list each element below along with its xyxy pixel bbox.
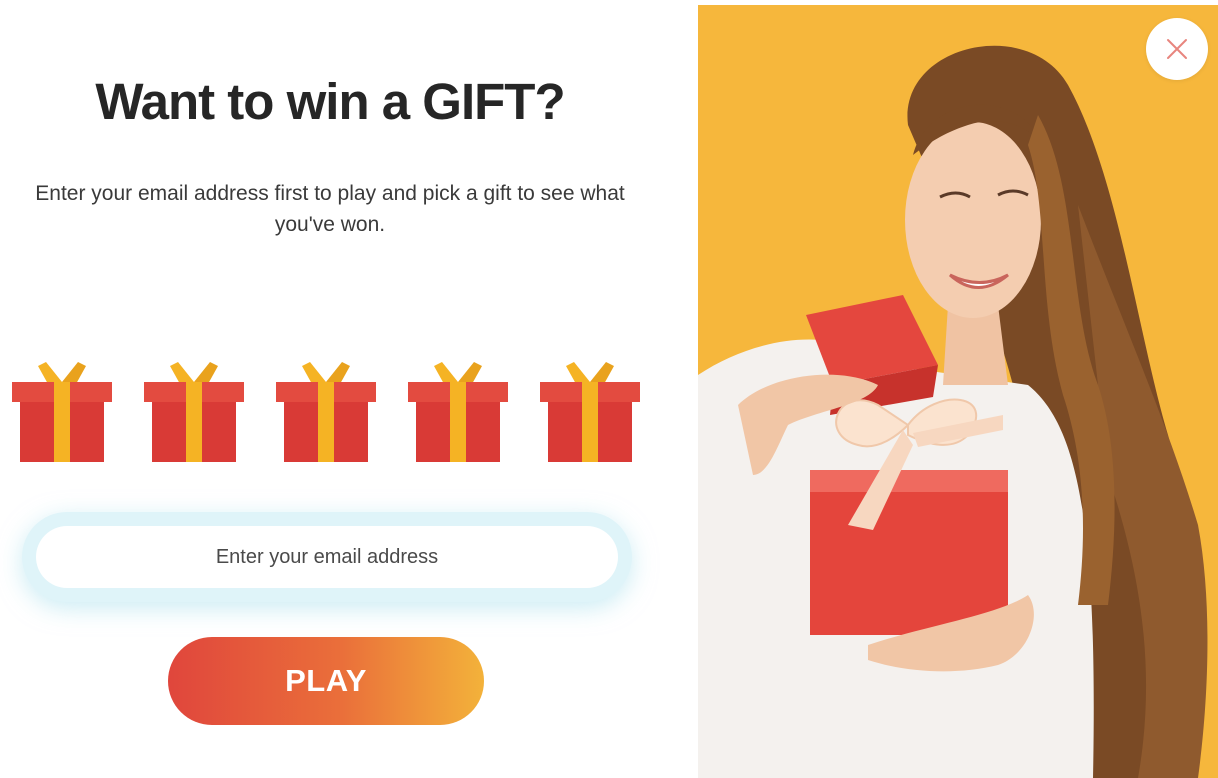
promo-image bbox=[698, 5, 1218, 778]
close-icon bbox=[1167, 39, 1187, 59]
popup-subtitle: Enter your email address first to play a… bbox=[35, 182, 625, 236]
gift-box-icon bbox=[276, 362, 376, 462]
gift-box-4[interactable] bbox=[404, 358, 512, 466]
email-input[interactable] bbox=[36, 526, 618, 588]
close-button[interactable] bbox=[1146, 18, 1208, 80]
play-button[interactable]: PLAY bbox=[168, 637, 484, 725]
gift-box-icon bbox=[144, 362, 244, 462]
gift-box-icon bbox=[540, 362, 640, 462]
woman-opening-gift-photo bbox=[698, 5, 1218, 778]
email-field-wrapper bbox=[22, 512, 632, 602]
popup-title: Want to win a GIFT? bbox=[95, 73, 565, 130]
gift-box-icon bbox=[408, 362, 508, 462]
gift-box-5[interactable] bbox=[536, 358, 644, 466]
gift-box-1[interactable] bbox=[8, 358, 116, 466]
gift-choices bbox=[8, 358, 648, 468]
gift-box-icon bbox=[12, 362, 112, 462]
gift-box-3[interactable] bbox=[272, 358, 380, 466]
gift-box-2[interactable] bbox=[140, 358, 248, 466]
gift-popup: Want to win a GIFT? Enter your email add… bbox=[0, 0, 1218, 778]
popup-content: Want to win a GIFT? Enter your email add… bbox=[0, 0, 698, 778]
